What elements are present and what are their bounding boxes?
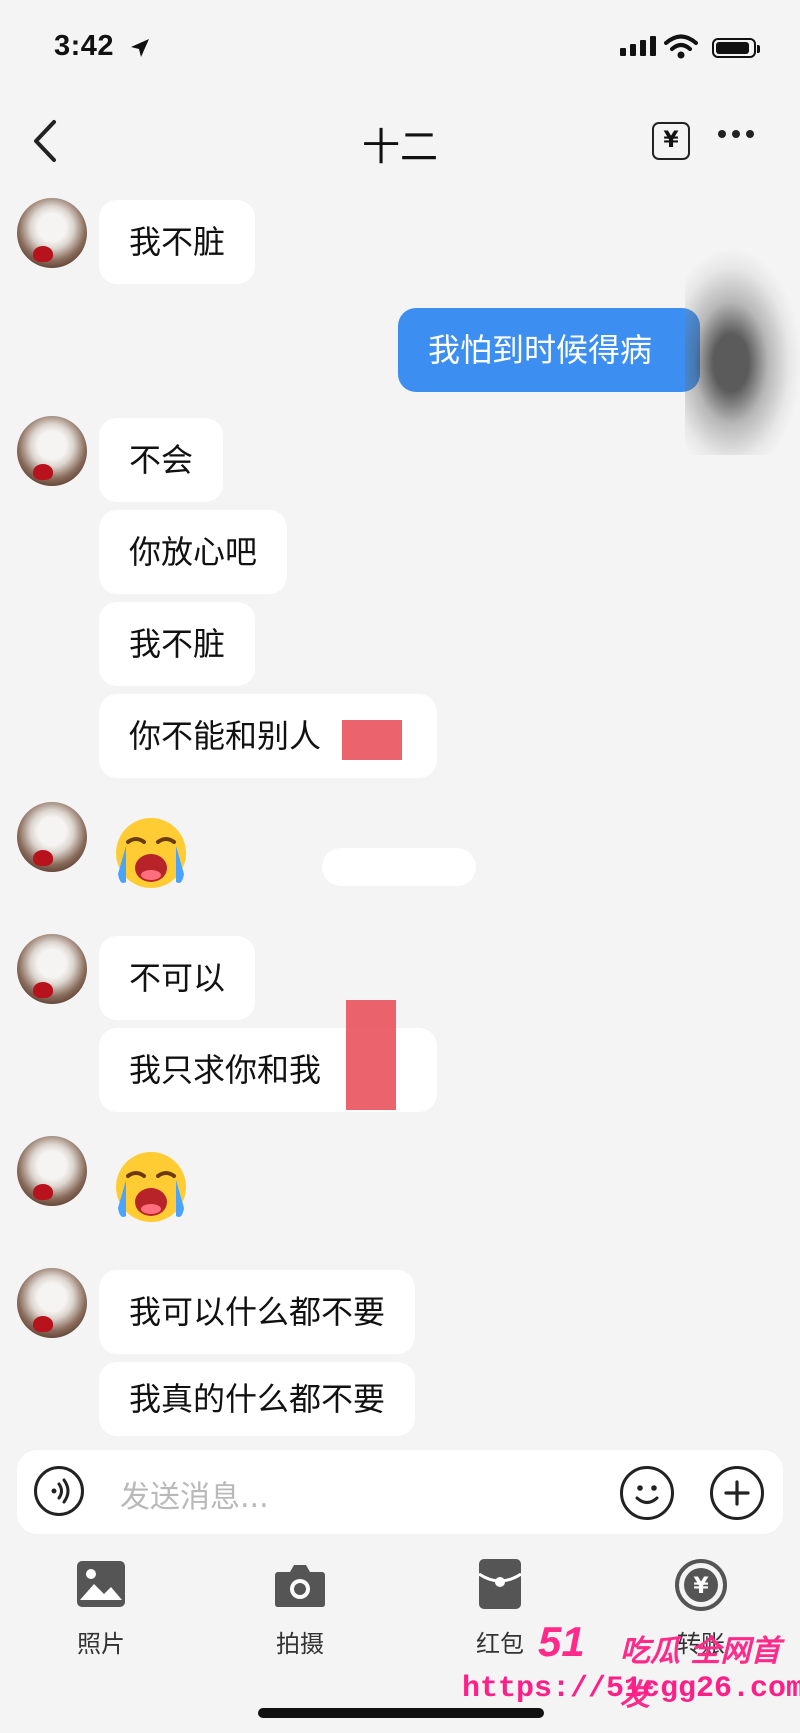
- home-indicator[interactable]: [258, 1708, 544, 1718]
- back-chevron-icon[interactable]: [30, 118, 60, 168]
- watermark-brand: 51: [538, 1618, 585, 1665]
- avatar[interactable]: [17, 1136, 87, 1206]
- message-bubble-received[interactable]: 我真的什么都不要: [99, 1362, 416, 1436]
- message-bubble-received[interactable]: 我不脏: [99, 602, 256, 686]
- camera-icon[interactable]: [274, 1562, 326, 1612]
- message-bubble-received[interactable]: 我不脏: [99, 200, 256, 284]
- redaction-smudge: [685, 250, 800, 455]
- red-packet-icon[interactable]: [478, 1558, 522, 1614]
- message-bubble-received[interactable]: 不可以: [99, 936, 256, 1020]
- blurred-pill: [322, 848, 476, 886]
- avatar[interactable]: [17, 1268, 87, 1338]
- avatar[interactable]: [17, 802, 87, 872]
- avatar[interactable]: [17, 934, 87, 1004]
- crying-face-emoji-icon: [114, 1150, 188, 1224]
- emoji-picker-icon[interactable]: [620, 1466, 674, 1520]
- add-attachment-icon[interactable]: [710, 1466, 764, 1520]
- status-time: 3:42: [54, 30, 115, 62]
- wifi-icon: [664, 34, 698, 64]
- transfer-money-icon[interactable]: ¥: [652, 122, 690, 160]
- photo-icon[interactable]: [76, 1560, 126, 1612]
- more-options-icon[interactable]: [718, 130, 754, 138]
- mosaic-redaction: [342, 720, 402, 760]
- mosaic-redaction: [346, 1000, 396, 1110]
- battery-icon: [712, 38, 760, 58]
- message-input[interactable]: 发送消息...: [120, 1472, 269, 1516]
- crying-face-emoji-icon: [114, 816, 188, 890]
- message-bubble-sent[interactable]: 我怕到时候得病: [398, 308, 700, 392]
- avatar[interactable]: [17, 198, 87, 268]
- avatar[interactable]: [17, 416, 87, 486]
- voice-input-icon[interactable]: [34, 1466, 84, 1516]
- message-bubble-received[interactable]: 不会: [99, 418, 224, 502]
- camera-label[interactable]: 拍摄: [240, 1624, 360, 1659]
- location-arrow-icon: [128, 36, 152, 64]
- cellular-signal-icon: [620, 36, 656, 56]
- photos-label[interactable]: 照片: [41, 1624, 161, 1659]
- message-bubble-received[interactable]: 我可以什么都不要: [99, 1270, 416, 1354]
- svg-text:¥: ¥: [693, 1574, 709, 1599]
- chat-title: 十二: [361, 125, 438, 169]
- watermark-url: https://51cgg26.com: [462, 1672, 800, 1706]
- message-bubble-received[interactable]: 你放心吧: [99, 510, 288, 594]
- transfer-coin-icon[interactable]: ¥: [674, 1558, 728, 1616]
